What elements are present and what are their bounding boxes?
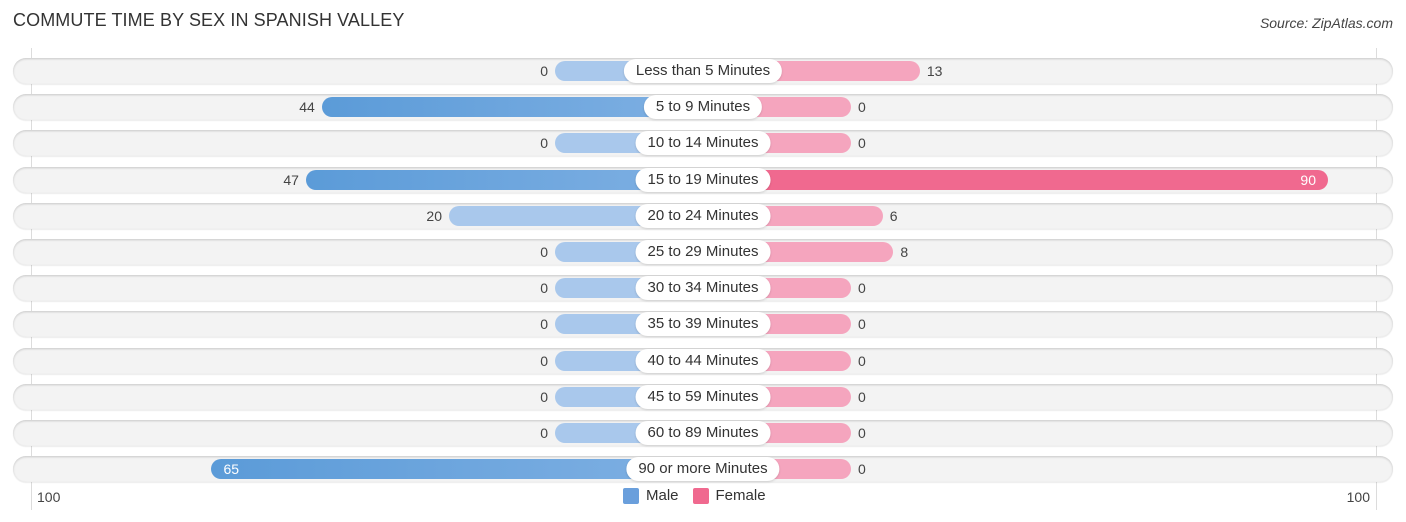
category-label: 35 to 39 Minutes [635, 312, 771, 336]
axis-label-right: 100 [1346, 489, 1370, 505]
legend-swatch-male [623, 487, 639, 504]
value-label-male: 47 [283, 172, 299, 188]
value-label-male: 0 [540, 63, 548, 79]
category-label: 10 to 14 Minutes [635, 131, 771, 155]
value-label-female: 0 [858, 280, 866, 296]
chart-area: 0 13 Less than 5 Minutes 44 0 5 to 9 Minutes 0… [0, 0, 1406, 522]
category-label: 20 to 24 Minutes [635, 204, 771, 228]
legend-item-male[interactable]: Male [623, 487, 679, 504]
value-label-female: 8 [900, 244, 909, 260]
value-label-male: 65 [223, 461, 240, 477]
value-label-female: 90 [1300, 172, 1316, 188]
value-label-female: 0 [858, 353, 866, 369]
value-label-male: 0 [540, 425, 548, 441]
value-label-female: 13 [926, 63, 943, 79]
category-label: 25 to 29 Minutes [635, 240, 771, 264]
value-label-male: 0 [540, 389, 548, 405]
value-label-male: 0 [540, 244, 548, 260]
category-label: 40 to 44 Minutes [635, 349, 771, 373]
bar-female[interactable] [703, 170, 1328, 190]
value-label-female: 0 [858, 135, 866, 151]
value-label-female: 0 [858, 425, 866, 441]
value-label-female: 0 [858, 316, 866, 332]
value-label-male: 0 [540, 135, 548, 151]
category-label: 60 to 89 Minutes [635, 421, 771, 445]
legend-swatch-female [692, 487, 709, 504]
value-label-male: 0 [540, 280, 548, 296]
value-label-male: 0 [540, 353, 548, 369]
value-label-male: 0 [540, 316, 548, 332]
legend-item-female[interactable]: Female [692, 487, 766, 504]
value-label-female: 0 [858, 99, 866, 115]
axis-label-left: 100 [37, 489, 61, 505]
category-label: 45 to 59 Minutes [635, 385, 771, 409]
value-label-female: 0 [858, 389, 866, 405]
legend-label-male: Male [646, 487, 679, 504]
value-label-female: 6 [889, 208, 898, 224]
value-label-male: 20 [426, 208, 442, 224]
category-label: 90 or more Minutes [626, 457, 780, 481]
legend: Male Female [623, 487, 780, 504]
value-label-male: 44 [299, 99, 315, 115]
category-label: Less than 5 Minutes [623, 59, 783, 83]
category-label: 15 to 19 Minutes [635, 168, 771, 192]
value-label-female: 0 [858, 461, 866, 477]
legend-label-female: Female [715, 487, 766, 504]
category-label: 5 to 9 Minutes [643, 95, 763, 119]
category-label: 30 to 34 Minutes [635, 276, 771, 300]
